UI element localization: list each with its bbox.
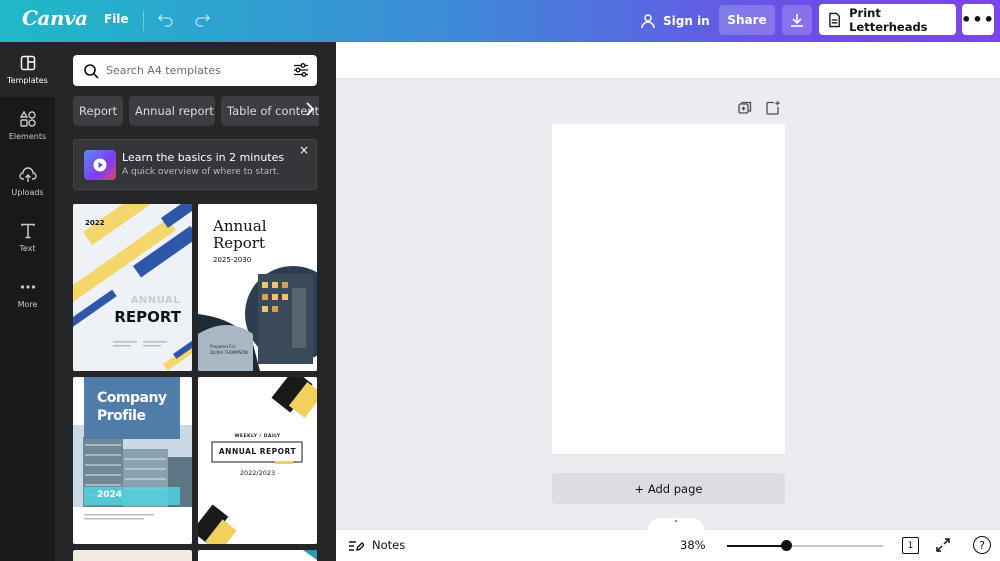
- rail-item-elements[interactable]: Elements: [0, 98, 55, 153]
- rail-item-templates[interactable]: Templates: [0, 42, 55, 97]
- download-button[interactable]: [782, 5, 812, 35]
- template-title-line1: Annual: [213, 217, 267, 235]
- notes-icon: [349, 541, 364, 551]
- add-page-icon[interactable]: [765, 100, 781, 116]
- play-video-icon: [84, 150, 116, 180]
- template-title-line2: Profile: [97, 408, 146, 424]
- page-actions: [737, 100, 781, 116]
- duplicate-page-icon[interactable]: [737, 100, 753, 116]
- template-title-line1: Company: [97, 390, 167, 406]
- more-options-button[interactable]: •••: [961, 4, 994, 35]
- template-title-bold: REPORT: [114, 308, 181, 326]
- rail-label: Elements: [8, 132, 47, 141]
- zoom-slider-handle[interactable]: [780, 540, 792, 551]
- zoom-slider-fill: [727, 545, 787, 547]
- template-card-partial[interactable]: [198, 550, 317, 561]
- chevron-up-icon[interactable]: ˄: [647, 518, 705, 532]
- template-year: 2024: [97, 490, 123, 500]
- template-title-line2: Report: [213, 234, 266, 252]
- template-card-annual-report-2[interactable]: Annual Report 2025-2030 Prepared For OLI…: [198, 204, 317, 371]
- help-button[interactable]: ?: [973, 536, 991, 554]
- divider: [143, 11, 144, 31]
- undo-icon[interactable]: [157, 10, 175, 28]
- canva-logo[interactable]: Canva: [22, 6, 88, 30]
- chip-report[interactable]: Report: [73, 96, 123, 126]
- template-kicker: WEEKLY / DAILY: [234, 434, 281, 439]
- templates-panel: Search A4 templates Report Annual report…: [55, 42, 336, 561]
- rail-label: Text: [19, 244, 36, 253]
- promo-title: Learn the basics in 2 minutes: [122, 151, 285, 164]
- template-name: OLIVIA THOMPSON: [210, 350, 248, 355]
- template-prepared-for: Prepared For: [210, 344, 236, 349]
- template-years: 2025-2030: [213, 256, 252, 264]
- suggestion-chips: Report Annual report Table of contents: [73, 96, 319, 126]
- promo-subtitle: A quick overview of where to start.: [122, 167, 280, 177]
- upload-icon: [18, 167, 37, 182]
- template-card-company-profile[interactable]: Company Profile 2024: [73, 377, 192, 544]
- rail-label: Uploads: [11, 188, 44, 197]
- rail-item-more[interactable]: More: [0, 266, 55, 321]
- page-count-button[interactable]: 1: [902, 537, 919, 554]
- design-page[interactable]: [552, 124, 785, 454]
- templates-icon: [20, 55, 35, 71]
- fullscreen-icon[interactable]: [935, 537, 951, 557]
- rail-label: Templates: [7, 76, 48, 85]
- file-menu-button[interactable]: File: [104, 12, 129, 26]
- sign-in-button[interactable]: Sign in: [640, 8, 710, 34]
- template-card-weekly-annual-report[interactable]: WEEKLY / DAILY ANNUAL REPORT 2022/2023: [198, 377, 317, 544]
- template-title-light: ANNUAL: [130, 295, 180, 306]
- template-thumbnail: [303, 550, 317, 560]
- search-input[interactable]: Search A4 templates: [106, 64, 317, 77]
- bottom-bar: [336, 529, 1000, 561]
- rail-item-uploads[interactable]: Uploads: [0, 154, 55, 209]
- add-page-button[interactable]: + Add page: [552, 473, 785, 504]
- context-toolbar: [336, 42, 1000, 79]
- sign-in-label: Sign in: [663, 14, 710, 28]
- template-years: 2022/2023: [239, 469, 276, 477]
- rail-item-text[interactable]: Text: [0, 210, 55, 265]
- download-icon: [791, 14, 803, 27]
- template-card-partial[interactable]: [73, 550, 192, 561]
- search-icon: [84, 63, 99, 79]
- chip-annual-report[interactable]: Annual report: [129, 96, 215, 126]
- share-button[interactable]: Share: [719, 5, 775, 35]
- close-icon[interactable]: ×: [299, 143, 309, 157]
- redo-icon[interactable]: [193, 10, 211, 28]
- print-letterheads-label: Print Letterheads: [849, 5, 928, 34]
- elements-icon: [19, 110, 36, 127]
- side-rail: Templates Elements Uploads Text More: [0, 42, 55, 561]
- print-letterheads-button[interactable]: Print Letterheads: [819, 4, 956, 35]
- document-icon: [829, 12, 840, 27]
- zoom-level[interactable]: 38%: [680, 538, 706, 552]
- filter-icon[interactable]: [293, 62, 309, 78]
- template-thumbnail: [73, 204, 192, 371]
- more-icon: [20, 285, 35, 289]
- user-icon: [641, 14, 655, 29]
- template-title: ANNUAL REPORT: [218, 447, 297, 456]
- notes-button[interactable]: Notes: [348, 537, 405, 553]
- text-icon: [20, 223, 35, 239]
- template-thumbnail: [198, 377, 317, 544]
- template-year: 2022: [85, 219, 105, 227]
- chevron-right-icon[interactable]: [305, 102, 319, 120]
- learn-basics-card[interactable]: Learn the basics in 2 minutes A quick ov…: [73, 139, 317, 190]
- rail-label: More: [17, 300, 38, 309]
- template-card-annual-report-1[interactable]: 2022 ANNUAL REPORT: [73, 204, 192, 371]
- top-bar: Canva File Sign in Share Print Letterhea…: [0, 0, 1000, 42]
- search-box[interactable]: Search A4 templates: [73, 55, 317, 86]
- notes-label: Notes: [372, 538, 406, 552]
